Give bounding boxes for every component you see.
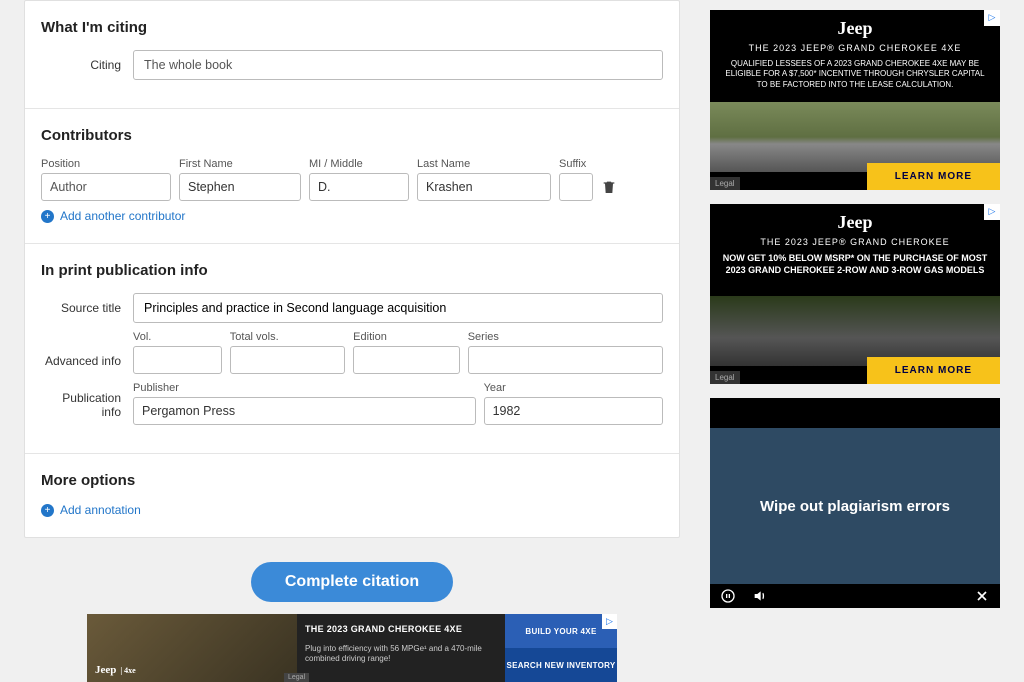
ad-brand: Jeep <box>722 212 988 233</box>
year-input[interactable] <box>484 397 663 425</box>
series-input[interactable] <box>468 346 663 374</box>
pause-icon[interactable] <box>720 588 736 604</box>
volume-icon[interactable] <box>752 588 768 604</box>
source-title-label: Source title <box>41 301 121 315</box>
ad-brand: Jeep| 4xe <box>95 664 136 676</box>
ad-legal: Legal <box>284 673 309 682</box>
totalvols-input[interactable] <box>230 346 345 374</box>
ad-body: QUALIFIED LESSEES OF A 2023 GRAND CHEROK… <box>722 59 988 90</box>
position-label: Position <box>41 158 171 170</box>
citing-section: What I'm citing Citing The whole book <box>25 1 679 109</box>
contributors-section: Contributors Position Author First Name … <box>25 109 679 244</box>
ad-sidebar-1[interactable]: Jeep THE 2023 JEEP® GRAND CHEROKEE 4XE Q… <box>710 10 1000 190</box>
suffix-input[interactable] <box>559 173 593 201</box>
position-select[interactable]: Author <box>41 173 171 201</box>
suffix-label: Suffix <box>559 158 593 170</box>
publisher-label: Publisher <box>133 382 476 394</box>
mi-label: MI / Middle <box>309 158 409 170</box>
ad-leaderboard[interactable]: Jeep| 4xe THE 2023 GRAND CHEROKEE 4XE Pl… <box>87 614 617 682</box>
firstname-input[interactable] <box>179 173 301 201</box>
ad-build-button[interactable]: BUILD YOUR 4XE <box>505 614 617 648</box>
year-label: Year <box>484 382 663 394</box>
ad-headline: THE 2023 JEEP® GRAND CHEROKEE <box>722 237 988 247</box>
more-options-title: More options <box>41 472 663 489</box>
contributors-title: Contributors <box>41 127 663 144</box>
citing-title: What I'm citing <box>41 19 663 36</box>
citing-select[interactable]: The whole book <box>133 50 663 80</box>
edition-input[interactable] <box>353 346 460 374</box>
ad-body: NOW GET 10% BELOW MSRP* ON THE PURCHASE … <box>722 253 988 276</box>
citing-label: Citing <box>41 58 121 72</box>
trash-icon[interactable] <box>601 179 617 195</box>
publisher-input[interactable] <box>133 397 476 425</box>
edition-label: Edition <box>353 331 460 343</box>
pubinfo-label: Publication info <box>41 391 121 419</box>
adchoices-icon[interactable]: ▷ <box>602 614 617 629</box>
complete-citation-button[interactable]: Complete citation <box>251 562 453 602</box>
adchoices-icon[interactable]: ▷ <box>984 10 1000 26</box>
advanced-label: Advanced info <box>41 354 121 368</box>
ad-legal: Legal <box>710 177 740 190</box>
ad-headline: THE 2023 GRAND CHEROKEE 4XE <box>305 624 462 634</box>
ad-headline: THE 2023 JEEP® GRAND CHEROKEE 4XE <box>722 43 988 53</box>
ad-cta-button[interactable]: LEARN MORE <box>867 163 1000 190</box>
source-title-input[interactable] <box>133 293 663 323</box>
totalvols-label: Total vols. <box>230 331 345 343</box>
print-pub-title: In print publication info <box>41 262 663 279</box>
mi-input[interactable] <box>309 173 409 201</box>
plus-icon: + <box>41 504 54 517</box>
ad-brand: Jeep <box>722 18 988 39</box>
ad-body: Plug into efficiency with 56 MPGe¹ and a… <box>305 644 485 665</box>
ad-search-button[interactable]: SEARCH NEW INVENTORY <box>505 648 617 682</box>
ad-cta-button[interactable]: LEARN MORE <box>867 357 1000 384</box>
plus-icon: + <box>41 210 54 223</box>
lastname-label: Last Name <box>417 158 551 170</box>
video-text: Wipe out plagiarism errors <box>760 498 950 515</box>
ad-legal: Legal <box>710 371 740 384</box>
close-icon[interactable] <box>974 588 990 604</box>
video-ad[interactable]: Wipe out plagiarism errors <box>710 398 1000 608</box>
more-options-section: More options + Add annotation <box>25 454 679 537</box>
adchoices-icon[interactable]: ▷ <box>984 204 1000 220</box>
add-annotation-link[interactable]: + Add annotation <box>41 503 663 517</box>
ad-sidebar-2[interactable]: Jeep THE 2023 JEEP® GRAND CHEROKEE NOW G… <box>710 204 1000 384</box>
lastname-input[interactable] <box>417 173 551 201</box>
add-contributor-link[interactable]: + Add another contributor <box>41 209 663 223</box>
vol-label: Vol. <box>133 331 222 343</box>
print-pub-section: In print publication info Source title A… <box>25 244 679 454</box>
series-label: Series <box>468 331 663 343</box>
firstname-label: First Name <box>179 158 301 170</box>
vol-input[interactable] <box>133 346 222 374</box>
